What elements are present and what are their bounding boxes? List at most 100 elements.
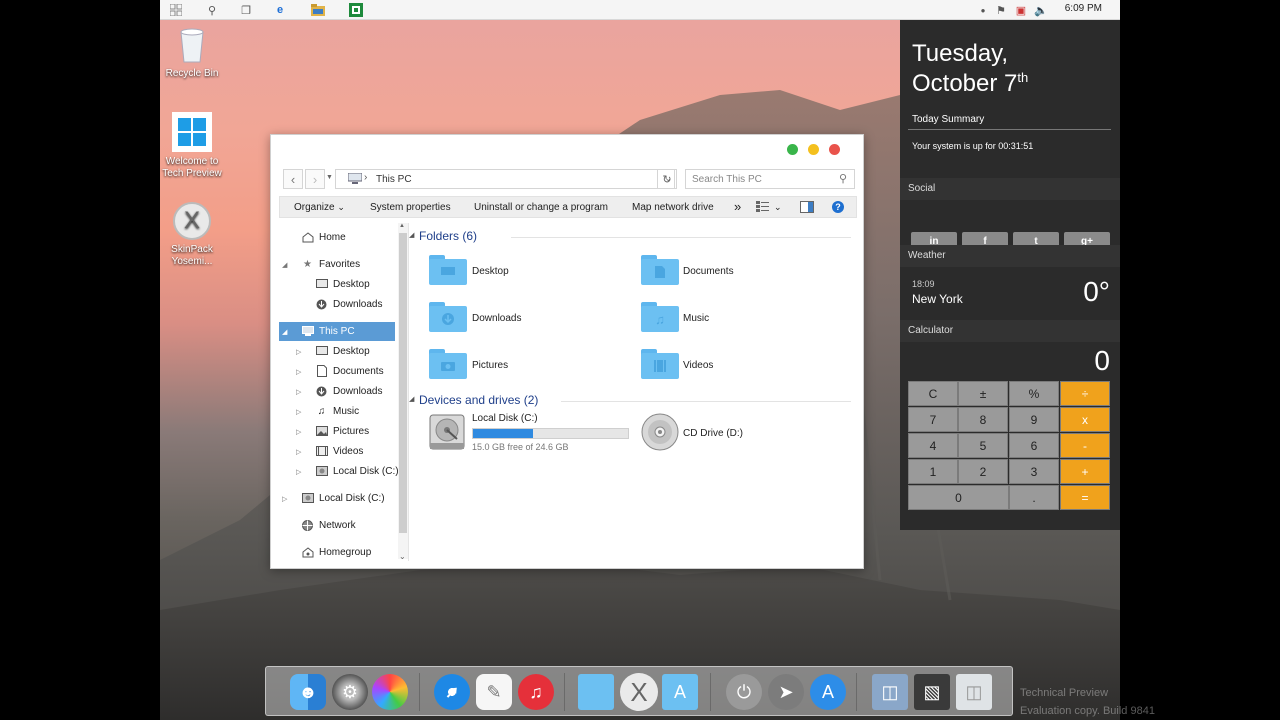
calc-key-8[interactable]: 8 xyxy=(958,407,1008,432)
calc-key-multiply[interactable]: x xyxy=(1060,407,1110,432)
calc-key-1[interactable]: 1 xyxy=(908,459,958,484)
dashboard-icon[interactable]: ▧ xyxy=(914,674,950,710)
system-properties-button[interactable]: System properties xyxy=(370,202,451,213)
desktop-icon-recycle-bin[interactable]: Recycle Bin xyxy=(160,28,227,80)
expanded-arrow-icon[interactable]: ◢ xyxy=(282,261,287,269)
calc-key-3[interactable]: 3 xyxy=(1009,459,1059,484)
search-input[interactable]: Search This PC xyxy=(685,169,855,189)
more-commands-button[interactable]: » xyxy=(734,199,741,214)
calc-key-clear[interactable]: C xyxy=(908,381,958,406)
clock[interactable]: 6:09 PM xyxy=(1065,3,1102,14)
calc-key-5[interactable]: 5 xyxy=(958,433,1008,458)
calc-key-0[interactable]: 0 xyxy=(908,485,1009,510)
scroll-thumb[interactable] xyxy=(399,233,407,533)
back-button[interactable]: ‹ xyxy=(283,169,303,189)
power-icon[interactable]: ⏻ xyxy=(726,674,762,710)
scroll-down-icon[interactable]: ⌄ xyxy=(399,552,406,561)
collapsed-arrow-icon[interactable]: ▷ xyxy=(296,408,301,416)
nav-item-network[interactable]: Network xyxy=(301,516,356,534)
game-center-icon[interactable] xyxy=(372,674,408,710)
chevron-down-icon[interactable]: ⌄ xyxy=(774,202,782,213)
calc-key-divide[interactable]: ÷ xyxy=(1060,381,1110,406)
nav-scrollbar[interactable]: ▲ ⌄ xyxy=(398,223,408,561)
organize-menu[interactable]: Organize ⌄ xyxy=(294,202,345,213)
nav-item-pc-music[interactable]: ♫ Music xyxy=(315,402,359,420)
calc-key-negate[interactable]: ± xyxy=(958,381,1008,406)
nav-item-pc-documents[interactable]: Documents xyxy=(315,362,384,380)
desktop-icon-skinpack[interactable]: X SkinPack Yosemi... xyxy=(160,202,227,268)
search-icon[interactable]: ⚲ xyxy=(204,2,220,18)
system-preferences-icon[interactable]: ⚙ xyxy=(332,674,368,710)
desktop-icon-welcome[interactable]: Welcome to Tech Preview xyxy=(160,112,227,180)
collapsed-arrow-icon[interactable]: ▷ xyxy=(296,468,301,476)
recent-dropdown-icon[interactable]: ▼ xyxy=(326,174,333,181)
address-box[interactable]: ▼ › This PC ⌄ xyxy=(326,169,675,189)
osx-x-icon[interactable]: X xyxy=(620,673,658,711)
calc-key-equals[interactable]: = xyxy=(1060,485,1110,510)
start-icon[interactable] xyxy=(168,2,184,18)
close-button[interactable] xyxy=(829,144,840,155)
uninstall-button[interactable]: Uninstall or change a program xyxy=(474,202,608,213)
volume-icon[interactable]: 🔈 xyxy=(1033,2,1049,18)
preview-photos-icon[interactable]: ◫ xyxy=(872,674,908,710)
expanded-arrow-icon[interactable]: ◢ xyxy=(282,328,287,336)
nav-item-home[interactable]: Home xyxy=(301,228,346,246)
app-store-icon[interactable]: A xyxy=(810,674,846,710)
nav-item-local-disk[interactable]: Local Disk (C:) xyxy=(301,489,385,507)
trash-icon[interactable]: ◫ xyxy=(956,674,992,710)
calc-key-decimal[interactable]: . xyxy=(1009,485,1059,510)
minimize-button[interactable] xyxy=(808,144,819,155)
nav-item-pc-videos[interactable]: Videos xyxy=(315,442,363,460)
itunes-icon[interactable]: ♫ xyxy=(518,674,554,710)
collapsed-arrow-icon[interactable]: ▷ xyxy=(296,428,301,436)
collapsed-arrow-icon[interactable]: ▷ xyxy=(296,448,301,456)
forward-button[interactable]: › xyxy=(305,169,325,189)
group-collapse-icon[interactable]: ◢ xyxy=(409,395,414,403)
nav-item-pc-pictures[interactable]: Pictures xyxy=(315,422,369,440)
calc-key-6[interactable]: 6 xyxy=(1009,433,1059,458)
calc-key-plus[interactable]: + xyxy=(1060,459,1110,484)
calc-key-9[interactable]: 9 xyxy=(1009,407,1059,432)
finder-icon[interactable]: ☻ xyxy=(290,674,326,710)
internet-explorer-icon[interactable]: e xyxy=(272,2,288,18)
folders-group-header[interactable]: Folders (6) xyxy=(419,229,477,243)
task-view-icon[interactable]: ❐ xyxy=(238,2,254,18)
applications-folder-icon[interactable]: A xyxy=(662,674,698,710)
flag-icon[interactable]: ⚑ xyxy=(993,2,1009,18)
nav-item-homegroup[interactable]: Homegroup xyxy=(301,543,371,561)
file-explorer-icon[interactable] xyxy=(310,2,326,18)
change-view-icon[interactable] xyxy=(756,201,770,215)
collapsed-arrow-icon[interactable]: ▷ xyxy=(296,348,301,356)
store-icon[interactable] xyxy=(348,2,364,18)
map-network-drive-button[interactable]: Map network drive xyxy=(632,202,714,213)
calc-key-2[interactable]: 2 xyxy=(958,459,1008,484)
safari-icon[interactable]: ➚ xyxy=(434,674,470,710)
breadcrumb[interactable]: This PC xyxy=(376,174,412,185)
refresh-button[interactable]: ↻ xyxy=(657,169,677,189)
calc-key-4[interactable]: 4 xyxy=(908,433,958,458)
scroll-up-icon[interactable]: ▲ xyxy=(399,223,405,229)
group-collapse-icon[interactable]: ◢ xyxy=(409,231,414,239)
nav-item-pc-downloads[interactable]: Downloads xyxy=(315,382,382,400)
preview-pane-icon[interactable] xyxy=(800,201,814,216)
collapsed-arrow-icon[interactable]: ▷ xyxy=(296,388,301,396)
nav-item-pc-local-disk[interactable]: Local Disk (C:) xyxy=(315,462,399,480)
nav-item-favorites[interactable]: ★ Favorites xyxy=(301,255,360,273)
textedit-icon[interactable]: ✎ xyxy=(476,674,512,710)
nav-item-fav-downloads[interactable]: Downloads xyxy=(315,295,382,313)
folder-icon[interactable] xyxy=(578,674,614,710)
collapsed-arrow-icon[interactable]: ▷ xyxy=(296,368,301,376)
nav-item-pc-desktop[interactable]: Desktop xyxy=(315,342,370,360)
nav-label: Desktop xyxy=(333,278,370,290)
calc-key-7[interactable]: 7 xyxy=(908,407,958,432)
launchpad-rocket-icon[interactable]: ➤ xyxy=(768,674,804,710)
calc-key-minus[interactable]: - xyxy=(1060,433,1110,458)
maximize-button[interactable] xyxy=(787,144,798,155)
devices-group-header[interactable]: Devices and drives (2) xyxy=(419,393,538,407)
help-icon[interactable]: ? xyxy=(832,201,844,213)
nav-item-fav-desktop[interactable]: Desktop xyxy=(315,275,370,293)
network-warning-icon[interactable]: ▣ xyxy=(1013,2,1029,18)
calc-key-percent[interactable]: % xyxy=(1009,381,1059,406)
collapsed-arrow-icon[interactable]: ▷ xyxy=(282,495,287,503)
nav-item-this-pc[interactable]: This PC xyxy=(301,322,355,340)
